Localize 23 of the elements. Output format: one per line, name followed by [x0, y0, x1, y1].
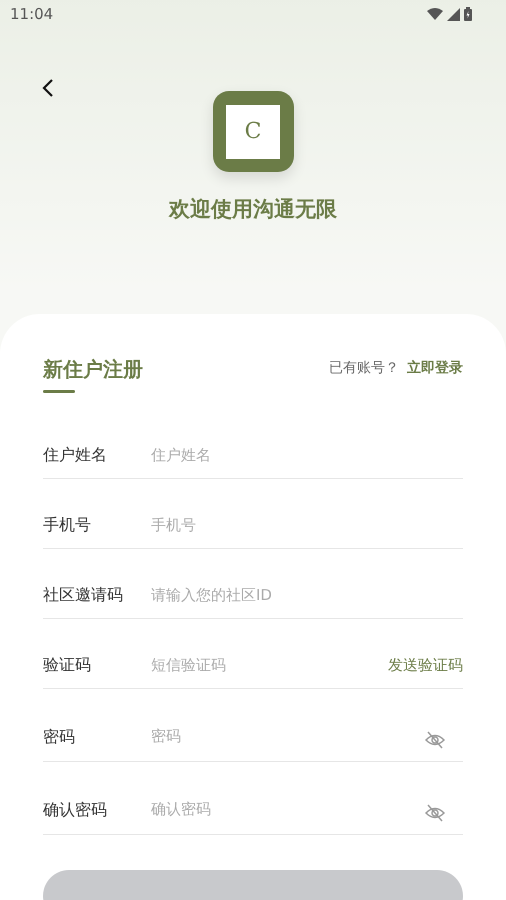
- field-label: 确认密码: [43, 798, 108, 820]
- input-field[interactable]: 短信验证码: [151, 654, 388, 676]
- field-label: 社区邀请码: [43, 584, 124, 606]
- title-underline: [43, 390, 75, 392]
- input-field[interactable]: 手机号: [151, 514, 463, 536]
- password-field[interactable]: 确认密码: [151, 798, 425, 821]
- send-code-button[interactable]: 发送验证码: [388, 654, 463, 676]
- field-label: 住户姓名: [43, 444, 108, 466]
- login-link[interactable]: 立即登录: [407, 358, 463, 378]
- status-time: 11:04: [10, 4, 54, 25]
- form-title: 新住户注册: [43, 356, 143, 382]
- field-label: 验证码: [43, 654, 92, 676]
- password-field[interactable]: 密码: [151, 725, 425, 748]
- field-label: 手机号: [43, 514, 92, 536]
- input-field[interactable]: 请输入您的社区ID: [151, 584, 463, 606]
- welcome-title: 欢迎使用沟通无限: [168, 196, 338, 223]
- wifi-icon: [427, 8, 443, 20]
- login-prompt: 已有账号？: [329, 358, 399, 378]
- signal-icon: [447, 8, 460, 20]
- field-label: 密码: [43, 726, 76, 748]
- battery-icon: [464, 7, 472, 21]
- input-field[interactable]: 住户姓名: [151, 444, 463, 466]
- logo-letter: C: [226, 104, 280, 158]
